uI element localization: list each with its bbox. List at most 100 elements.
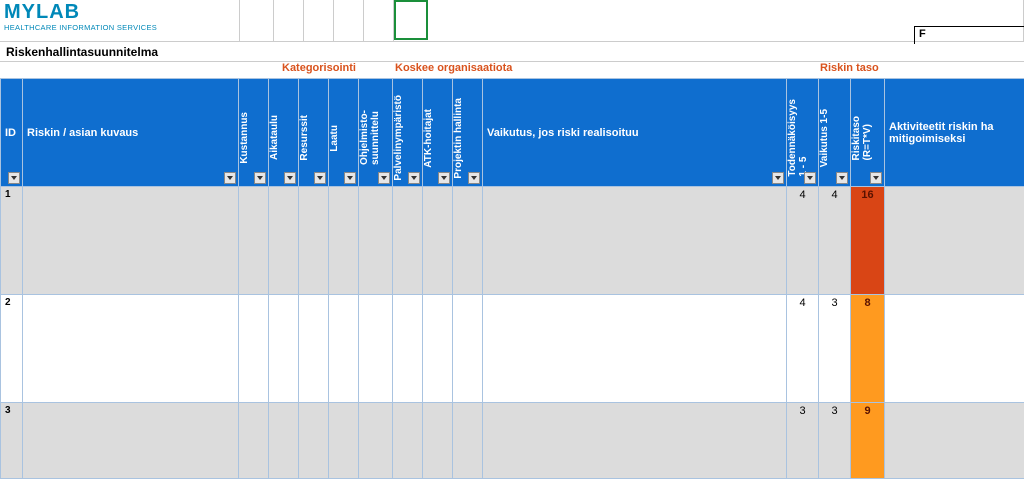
cell-id[interactable]: 1	[1, 187, 23, 295]
grid-cell[interactable]	[334, 0, 364, 41]
filter-icon[interactable]	[870, 172, 882, 184]
cell-aktiviteetit[interactable]	[885, 295, 1024, 403]
col-atk[interactable]: ATK-hoitajat	[423, 79, 453, 187]
cell-resurssit[interactable]	[299, 295, 329, 403]
filter-icon[interactable]	[438, 172, 450, 184]
cell-kustannus[interactable]	[239, 403, 269, 479]
col-vaik15-label: Vaikutus 1-5	[819, 95, 850, 167]
col-kuvaus[interactable]: Riskin / asian kuvaus	[23, 79, 239, 187]
cell-riskitaso[interactable]: 16	[851, 187, 885, 295]
col-kuvaus-label: Riskin / asian kuvaus	[27, 127, 138, 139]
cell-vaik[interactable]: 3	[819, 403, 851, 479]
cell-vaik[interactable]: 3	[819, 295, 851, 403]
col-aikataulu[interactable]: Aikataulu	[269, 79, 299, 187]
cell-kustannus[interactable]	[239, 295, 269, 403]
cell-laatu[interactable]	[329, 187, 359, 295]
filter-icon[interactable]	[468, 172, 480, 184]
cell-resurssit[interactable]	[299, 403, 329, 479]
col-resurssit[interactable]: Resurssit	[299, 79, 329, 187]
cell-atk[interactable]	[423, 295, 453, 403]
cell-atk[interactable]	[423, 403, 453, 479]
table-row[interactable]: 2 438	[1, 295, 1024, 403]
cell-palvelin[interactable]	[393, 295, 423, 403]
col-laatu[interactable]: Laatu	[329, 79, 359, 187]
cell-projhal[interactable]	[453, 403, 483, 479]
cell-projhal[interactable]	[453, 295, 483, 403]
table-row[interactable]: 14416	[1, 187, 1024, 295]
cell-kuvaus[interactable]	[23, 187, 239, 295]
corner-letter: F	[914, 26, 1024, 44]
cell-palvelin[interactable]	[393, 187, 423, 295]
cell-aktiviteetit[interactable]	[885, 187, 1024, 295]
cell-aktiviteetit[interactable]	[885, 403, 1024, 479]
cell-todenn[interactable]: 4	[787, 187, 819, 295]
cell-ohjelmisto[interactable]	[359, 403, 393, 479]
cell-aikataulu[interactable]	[269, 403, 299, 479]
cell-vaik[interactable]: 4	[819, 187, 851, 295]
col-aikataulu-label: Aikataulu	[269, 101, 298, 160]
filter-icon[interactable]	[408, 172, 420, 184]
col-vaikutus[interactable]: Vaikutus, jos riski realisoituu	[483, 79, 787, 187]
cell-todenn[interactable]: 3	[787, 403, 819, 479]
col-atk-label: ATK-hoitajat	[423, 95, 452, 168]
cell-projhal[interactable]	[453, 187, 483, 295]
cell-riskitaso[interactable]: 9	[851, 403, 885, 479]
filter-icon[interactable]	[344, 172, 356, 184]
cell-id[interactable]: 3	[1, 403, 23, 479]
col-id[interactable]: ID	[1, 79, 23, 187]
filter-icon[interactable]	[314, 172, 326, 184]
col-todenn[interactable]: Todennäköisyys 1 - 5	[787, 79, 819, 187]
col-vaik15[interactable]: Vaikutus 1-5	[819, 79, 851, 187]
filter-icon[interactable]	[772, 172, 784, 184]
col-projhal[interactable]: Projektin hallinta	[453, 79, 483, 187]
cell-aikataulu[interactable]	[269, 295, 299, 403]
cell-todenn[interactable]: 4	[787, 295, 819, 403]
cell-kustannus[interactable]	[239, 187, 269, 295]
col-aktiviteetit-label: Aktiviteetit riskin ha mitigoimiseksi	[889, 121, 994, 145]
col-kustannus-label: Kustannus	[239, 98, 268, 164]
col-aktiviteetit[interactable]: Aktiviteetit riskin ha mitigoimiseksi	[885, 79, 1024, 187]
filter-icon[interactable]	[224, 172, 236, 184]
col-todenn-label: Todennäköisyys 1 - 5	[787, 85, 818, 177]
cell-palvelin[interactable]	[393, 403, 423, 479]
col-ohjelmisto[interactable]: Ohjelmisto- suunnittelu	[359, 79, 393, 187]
table-row[interactable]: 3339	[1, 403, 1024, 479]
grid-cell[interactable]	[240, 0, 274, 41]
filter-icon[interactable]	[378, 172, 390, 184]
cell-kuvaus[interactable]	[23, 295, 239, 403]
cell-id[interactable]: 2	[1, 295, 23, 403]
group-kategorisointi: Kategorisointi	[282, 62, 356, 74]
cell-riskitaso[interactable]: 8	[851, 295, 885, 403]
top-bar: MYLAB HEALTHCARE INFORMATION SERVICES F	[0, 0, 1024, 42]
cell-aikataulu[interactable]	[269, 187, 299, 295]
cell-vaikutus[interactable]	[483, 187, 787, 295]
col-palvelin[interactable]: Palvelinympäristö	[393, 79, 423, 187]
col-laatu-label: Laatu	[329, 111, 358, 152]
grid-cell[interactable]	[364, 0, 394, 41]
group-taso: Riskin taso	[820, 62, 879, 74]
cell-kuvaus[interactable]	[23, 403, 239, 479]
logo-sub: HEALTHCARE INFORMATION SERVICES	[4, 23, 235, 32]
cell-vaikutus[interactable]	[483, 295, 787, 403]
grid-cell[interactable]	[304, 0, 334, 41]
filter-icon[interactable]	[836, 172, 848, 184]
cell-laatu[interactable]	[329, 403, 359, 479]
cell-vaikutus[interactable]	[483, 403, 787, 479]
cell-ohjelmisto[interactable]	[359, 295, 393, 403]
filter-icon[interactable]	[8, 172, 20, 184]
col-kustannus[interactable]: Kustannus	[239, 79, 269, 187]
filter-icon[interactable]	[804, 172, 816, 184]
cell-atk[interactable]	[423, 187, 453, 295]
risk-table: ID Riskin / asian kuvaus Kustannus Aikat…	[0, 78, 1024, 479]
cell-resurssit[interactable]	[299, 187, 329, 295]
col-projhal-label: Projektin hallinta	[453, 84, 482, 179]
col-riskitaso[interactable]: Riskitaso (R=T*V)	[851, 79, 885, 187]
logo-cell: MYLAB HEALTHCARE INFORMATION SERVICES	[0, 0, 240, 41]
cell-ohjelmisto[interactable]	[359, 187, 393, 295]
selected-cell[interactable]	[394, 0, 428, 40]
grid-cell[interactable]	[274, 0, 304, 41]
filter-icon[interactable]	[254, 172, 266, 184]
filter-icon[interactable]	[284, 172, 296, 184]
group-koskee: Koskee organisaatiota	[395, 62, 512, 74]
cell-laatu[interactable]	[329, 295, 359, 403]
